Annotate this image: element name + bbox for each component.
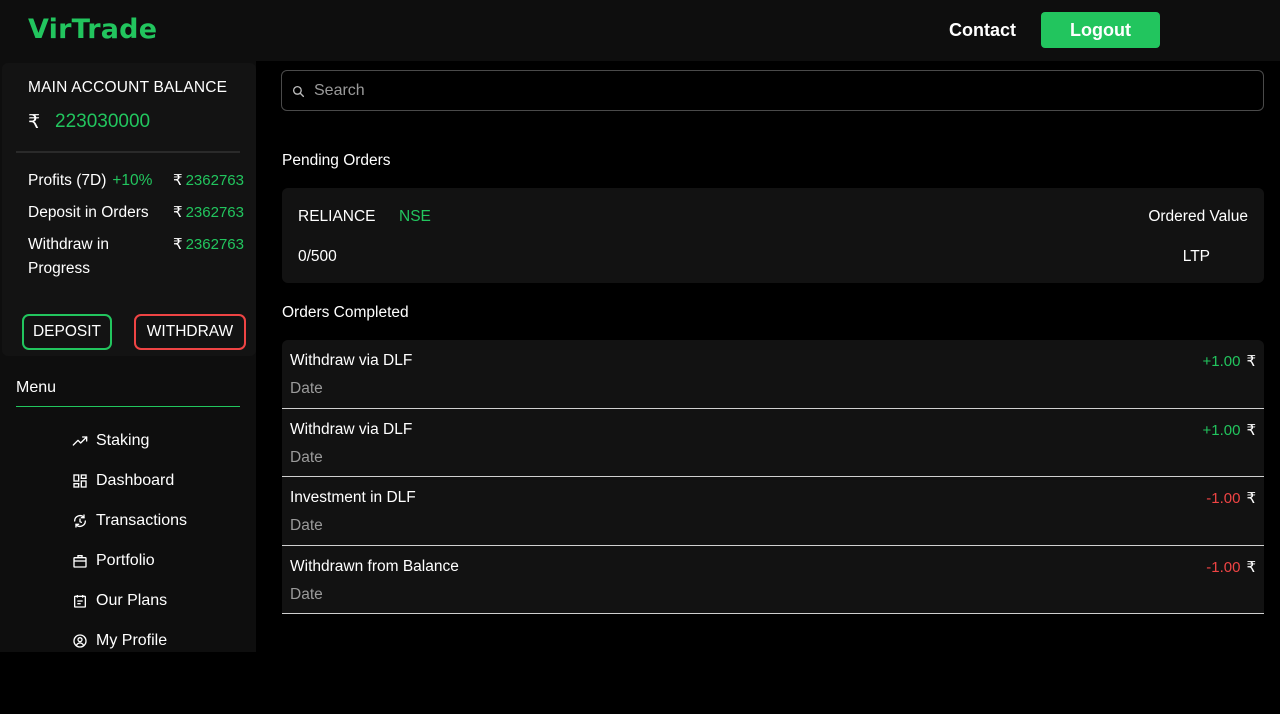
menu-divider <box>16 406 240 407</box>
user-circle-icon <box>73 634 87 648</box>
order-amount: -1.00 <box>1206 558 1241 576</box>
top-header: VirTrade Contact Logout <box>0 0 1280 61</box>
deposit-in-orders-value: 2362763 <box>185 204 244 221</box>
order-amount-wrap: -1.00 ₹ <box>1206 558 1256 576</box>
balance-value: 223030000 <box>55 111 151 132</box>
completed-orders-list: Withdraw via DLF Date +1.00 ₹ Withdraw vi… <box>282 340 1264 614</box>
menu-item-dashboard[interactable]: Dashboard <box>72 461 187 501</box>
menu-item-label: Transactions <box>96 512 187 529</box>
withdraw-value-wrap: ₹2362763 <box>173 233 244 257</box>
order-date: Date <box>290 585 323 603</box>
rupee-icon: ₹ <box>1246 353 1256 370</box>
list-item[interactable]: Withdrawn from Balance Date -1.00 ₹ <box>282 545 1264 614</box>
order-date: Date <box>290 517 323 534</box>
order-date: Date <box>290 448 323 466</box>
logout-button[interactable]: Logout <box>1041 12 1160 48</box>
search-icon <box>292 85 305 98</box>
list-item[interactable]: Withdraw via DLF Date +1.00 ₹ <box>282 408 1264 477</box>
menu-list: Staking Dashboard Transactions Portfolio… <box>72 421 187 661</box>
profits-value-wrap: ₹2362763 <box>173 169 244 193</box>
order-amount: -1.00 <box>1206 490 1241 507</box>
order-title: Withdraw via DLF <box>290 420 413 438</box>
list-item[interactable]: Investment in DLF Date -1.00 ₹ <box>282 477 1264 546</box>
order-symbol: RELIANCE <box>298 208 376 225</box>
menu-item-portfolio[interactable]: Portfolio <box>72 541 187 581</box>
order-amount-wrap: +1.00 ₹ <box>1202 421 1256 439</box>
menu-item-label: Our Plans <box>96 592 168 609</box>
order-exchange: NSE <box>399 208 431 225</box>
list-item[interactable]: Withdraw via DLF Date +1.00 ₹ <box>282 340 1264 409</box>
rupee-icon: ₹ <box>173 172 183 189</box>
menu-item-staking[interactable]: Staking <box>72 421 187 461</box>
menu-item-label: Staking <box>96 432 150 449</box>
order-title: Investment in DLF <box>290 489 416 506</box>
menu-item-label: My Profile <box>96 632 168 649</box>
briefcase-icon <box>73 555 87 568</box>
order-title: Withdraw via DLF <box>290 352 413 369</box>
orders-completed-title: Orders Completed <box>282 304 409 321</box>
menu-item-my-profile[interactable]: My Profile <box>72 621 187 661</box>
profits-value: 2362763 <box>185 172 244 189</box>
deposit-value-wrap: ₹2362763 <box>173 201 244 225</box>
balance-divider <box>16 151 240 153</box>
search-box <box>281 70 1264 111</box>
exchange-icon <box>74 514 86 528</box>
balance-title: MAIN ACCOUNT BALANCE <box>28 79 228 96</box>
profits-stat: Profits (7D) +10% <box>28 169 152 193</box>
grid-icon <box>73 474 87 488</box>
profits-percent: +10% <box>112 172 153 189</box>
menu-item-label: Dashboard <box>96 472 175 489</box>
calendar-icon <box>74 595 86 608</box>
order-amount: +1.00 <box>1202 353 1241 370</box>
sidebar: MAIN ACCOUNT BALANCE ₹ 223030000 Profits… <box>0 61 256 652</box>
pending-orders-title: Pending Orders <box>282 152 391 169</box>
rupee-icon: ₹ <box>173 236 183 253</box>
menu-item-transactions[interactable]: Transactions <box>72 501 187 541</box>
menu-item-our-plans[interactable]: Our Plans <box>72 581 187 621</box>
menu-item-label: Portfolio <box>96 552 155 569</box>
trending-up-icon <box>72 436 88 446</box>
deposit-button[interactable]: DEPOSIT <box>22 314 112 350</box>
ltp-label: LTP <box>1182 248 1210 265</box>
brand-logo[interactable]: VirTrade <box>28 14 157 45</box>
withdraw-in-progress-value: 2362763 <box>185 236 244 253</box>
rupee-icon: ₹ <box>1246 490 1256 507</box>
order-amount-wrap: +1.00 ₹ <box>1202 352 1256 370</box>
rupee-icon: ₹ <box>173 204 183 221</box>
pending-order-card[interactable]: RELIANCE NSE Ordered Value 0/500 LTP <box>282 188 1264 283</box>
rupee-icon: ₹ <box>1246 421 1256 439</box>
order-amount-wrap: -1.00 ₹ <box>1206 489 1256 507</box>
rupee-icon: ₹ <box>1246 558 1256 576</box>
menu-title: Menu <box>16 379 57 396</box>
order-date: Date <box>290 380 323 397</box>
profits-label: Profits (7D) <box>28 172 107 189</box>
ordered-value-label: Ordered Value <box>1148 208 1248 225</box>
search-input[interactable] <box>314 71 1254 110</box>
balance-card: MAIN ACCOUNT BALANCE ₹ 223030000 Profits… <box>2 63 256 356</box>
order-title: Withdrawn from Balance <box>290 557 459 575</box>
order-quantity: 0/500 <box>298 248 337 265</box>
order-amount: +1.00 <box>1202 421 1241 439</box>
rupee-icon: ₹ <box>28 112 41 133</box>
contact-link[interactable]: Contact <box>949 20 1016 41</box>
withdraw-button[interactable]: WITHDRAW <box>134 314 246 350</box>
withdraw-in-progress-label: Withdraw in Progress <box>28 236 109 277</box>
deposit-in-orders-label: Deposit in Orders <box>28 204 149 221</box>
